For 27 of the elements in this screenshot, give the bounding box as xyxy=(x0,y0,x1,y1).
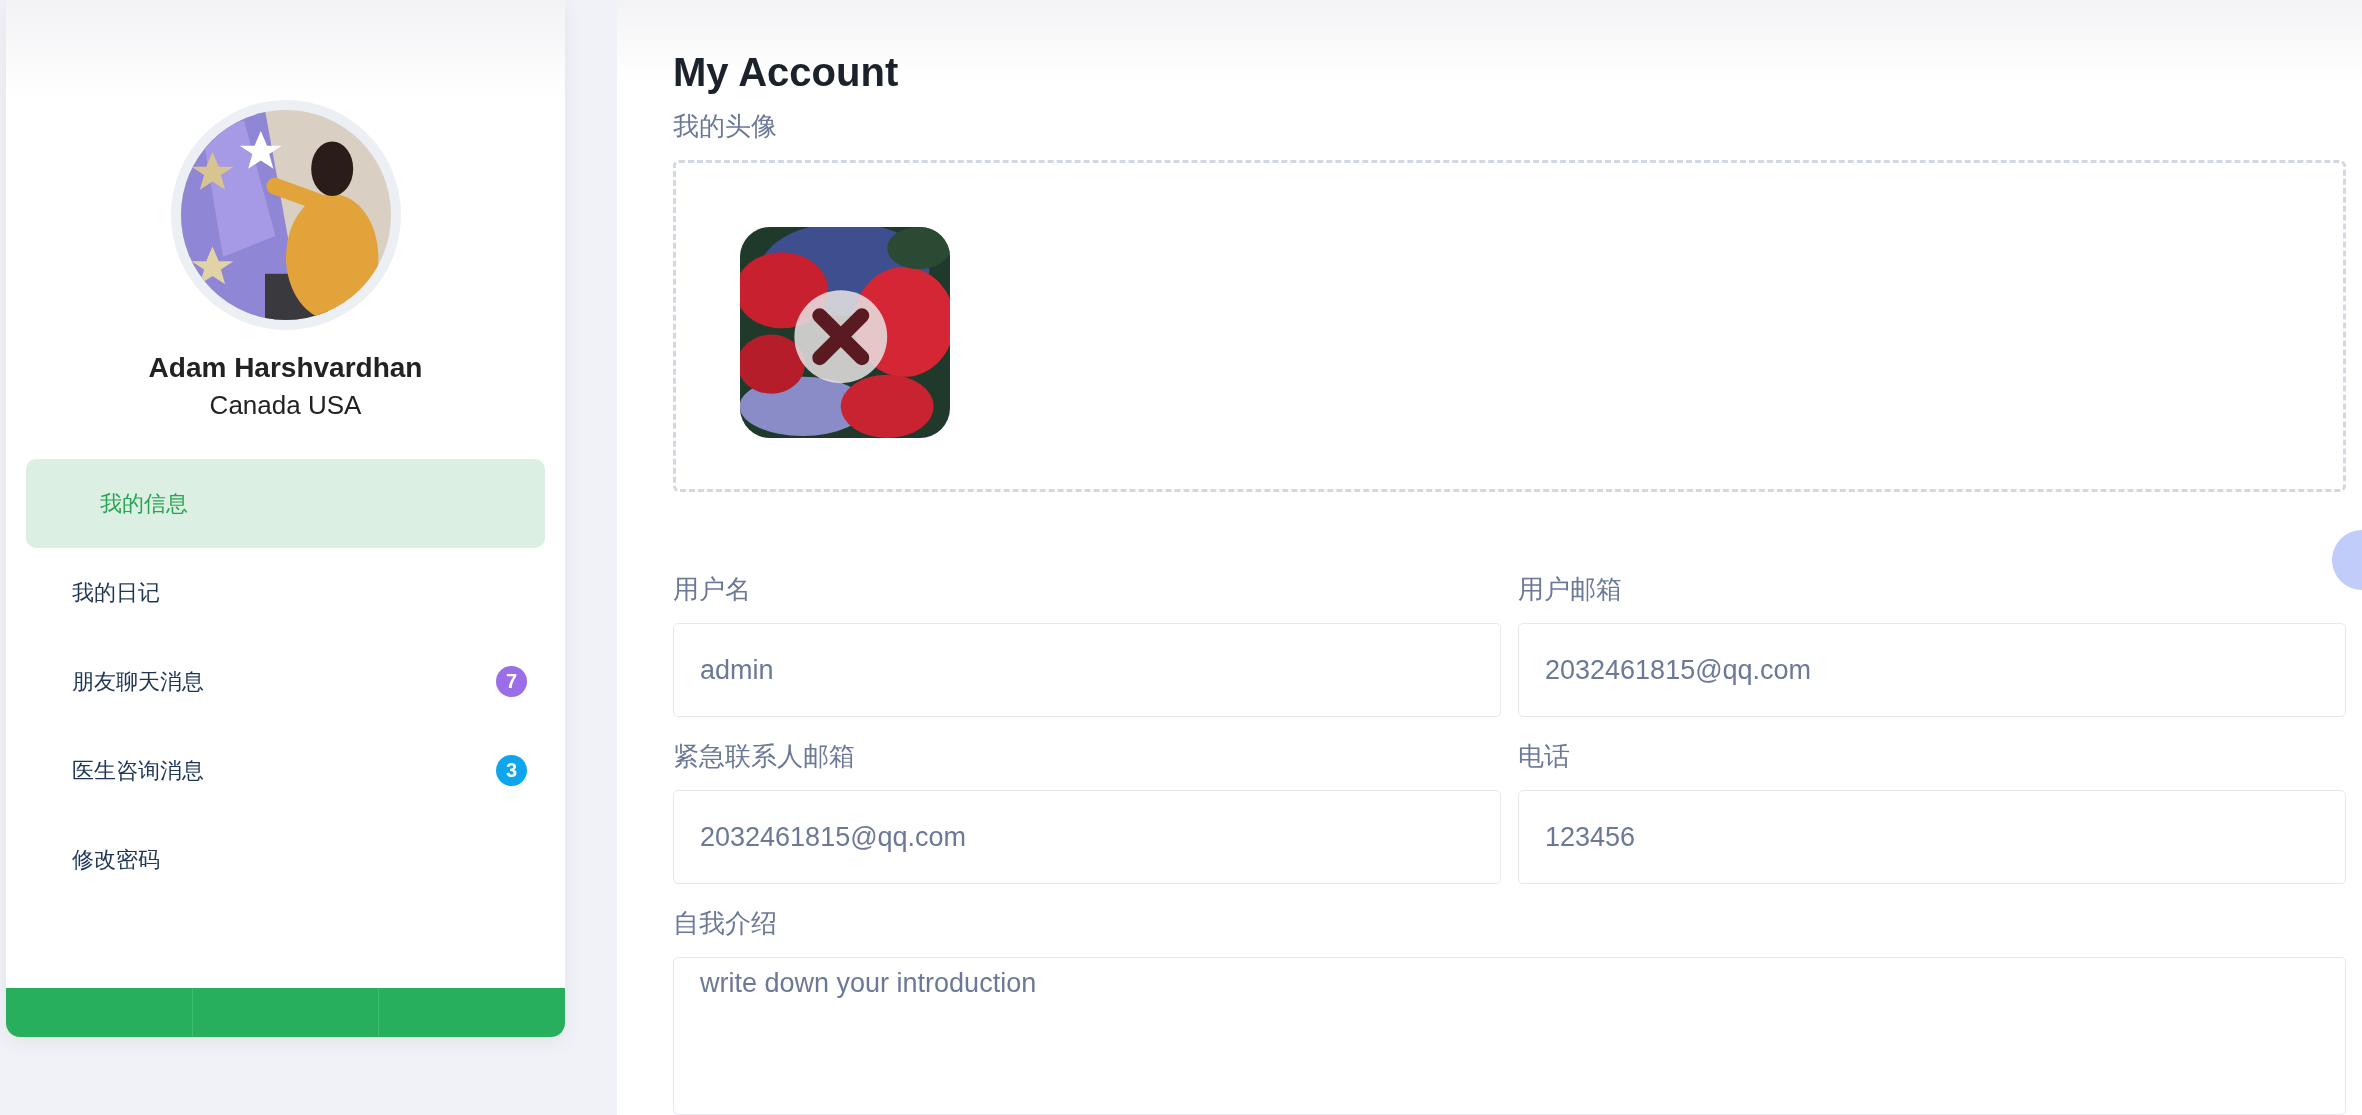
menu-item[interactable]: 我的信息 xyxy=(26,459,545,548)
count-badge: 3 xyxy=(496,755,527,786)
menu-label: 我的信息 xyxy=(100,489,188,518)
field-label: 我的头像 xyxy=(673,110,778,143)
field-label: 用户邮箱 xyxy=(1518,573,1623,607)
input-field[interactable]: 2032461815@qq.com xyxy=(673,790,1501,885)
input-field[interactable]: 123456 xyxy=(1518,790,2346,885)
page-title: My Account xyxy=(673,50,900,95)
count-badge: 7 xyxy=(496,666,527,697)
menu-label: 朋友聊天消息 xyxy=(72,667,204,696)
menu-item[interactable]: 医生咨询消息 3 xyxy=(26,726,545,815)
field-label: 自我介绍 xyxy=(673,907,778,941)
profile-name: Adam Harshvardhan xyxy=(148,352,423,384)
introduction-field[interactable]: write down your introduction xyxy=(673,957,2346,1115)
field-label: 紧急联系人邮箱 xyxy=(673,740,856,774)
menu-label: 医生咨询消息 xyxy=(72,756,204,785)
input-field[interactable]: admin xyxy=(673,623,1501,718)
menu-label: 修改密码 xyxy=(72,845,160,874)
field-label: 电话 xyxy=(1518,740,1571,774)
field-label: 用户名 xyxy=(673,573,752,607)
profile-location: Canada USA xyxy=(209,390,362,421)
upload-area[interactable] xyxy=(673,160,2346,493)
menu-label: 我的日记 xyxy=(72,578,160,607)
menu-item[interactable]: 修改密码 xyxy=(26,815,545,904)
menu-item[interactable]: 朋友聊天消息 7 xyxy=(26,637,545,726)
input-field[interactable]: 2032461815@qq.com xyxy=(1518,623,2346,718)
menu-item[interactable]: 我的日记 xyxy=(26,548,545,637)
